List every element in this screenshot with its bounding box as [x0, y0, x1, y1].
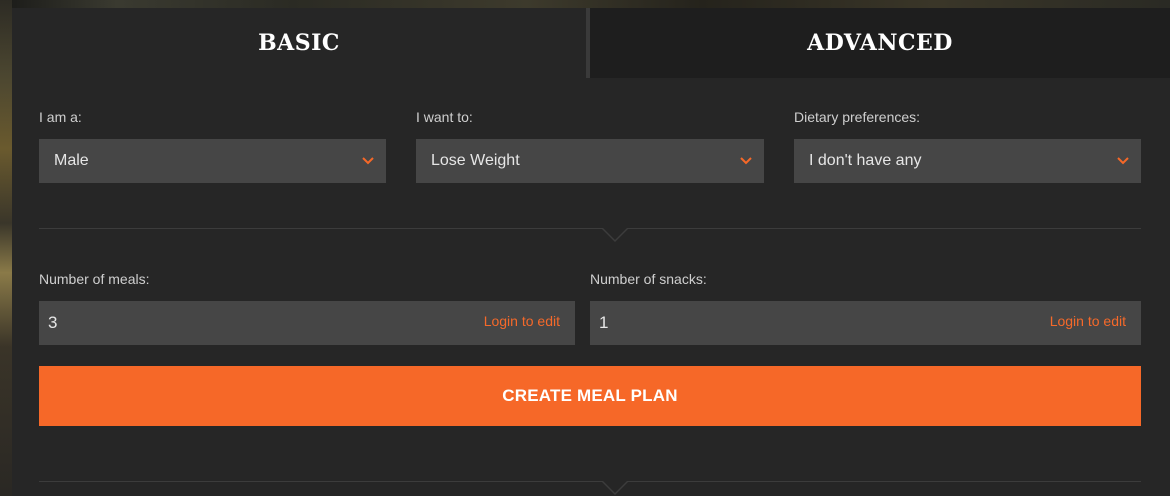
chevron-down-icon [362, 157, 374, 165]
divider-notch-bottom-fill [603, 481, 627, 493]
snacks-field: 1 Login to edit [590, 301, 1141, 345]
plan-mode-tabs: BASIC ADVANCED [12, 8, 1170, 78]
diet-select[interactable]: I don't have any [794, 139, 1141, 183]
section-divider-bottom [39, 481, 1141, 482]
chevron-down-icon [1117, 157, 1129, 165]
goal-label: I want to: [416, 109, 473, 125]
tab-advanced[interactable]: ADVANCED [586, 8, 1170, 78]
goal-select-value: Lose Weight [431, 152, 520, 169]
meal-plan-panel: BASIC ADVANCED I am a: Male I want to: L… [12, 8, 1170, 496]
snacks-login-link[interactable]: Login to edit [1050, 313, 1126, 329]
tab-basic[interactable]: BASIC [12, 8, 586, 78]
divider-notch-fill [603, 228, 627, 240]
snacks-value: 1 [599, 313, 609, 332]
meals-label: Number of meals: [39, 271, 150, 287]
snacks-label: Number of snacks: [590, 271, 707, 287]
background-photo-left [0, 0, 12, 496]
gender-select-value: Male [54, 152, 89, 169]
meals-value: 3 [48, 313, 58, 332]
diet-select-value: I don't have any [809, 152, 922, 169]
meals-login-link[interactable]: Login to edit [484, 313, 560, 329]
create-meal-plan-button[interactable]: CREATE MEAL PLAN [39, 366, 1141, 426]
gender-select[interactable]: Male [39, 139, 386, 183]
section-divider [39, 228, 1141, 229]
meals-field: 3 Login to edit [39, 301, 575, 345]
gender-label: I am a: [39, 109, 82, 125]
chevron-down-icon [740, 157, 752, 165]
goal-select[interactable]: Lose Weight [416, 139, 764, 183]
background-photo-top [0, 0, 1170, 8]
diet-label: Dietary preferences: [794, 109, 921, 125]
